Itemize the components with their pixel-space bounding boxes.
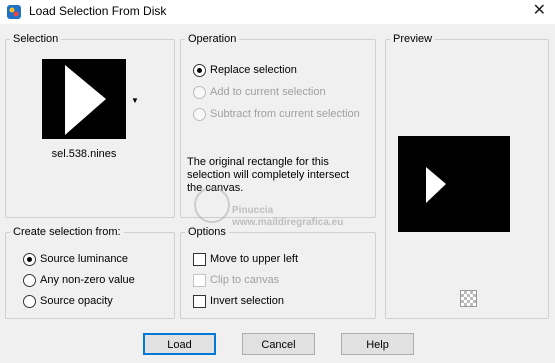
replace-selection-radio[interactable]: Replace selection [193,62,297,78]
preview-image [398,136,510,232]
radio-indicator[interactable] [193,63,206,77]
cancel-button[interactable]: Cancel [242,333,315,355]
title-bar: Load Selection From Disk ✕ [0,0,555,24]
add-to-selection-radio[interactable]: Add to current selection [193,84,326,100]
source-opacity-radio[interactable]: Source opacity [23,293,113,309]
create-from-group-label: Create selection from: [10,225,124,239]
source-luminance-radio[interactable]: Source luminance [23,251,128,267]
window-title: Load Selection From Disk [29,4,167,18]
move-upper-left-checkbox[interactable]: Move to upper left [193,251,298,267]
selection-thumbnail[interactable] [42,59,126,139]
subtract-selection-label: Subtract from current selection [210,108,360,120]
preview-group-label: Preview [390,32,436,46]
selection-group-label: Selection [10,32,62,46]
close-icon[interactable]: ✕ [533,1,546,21]
play-triangle-icon [65,65,106,135]
move-upper-left-label: Move to upper left [210,253,299,265]
any-non-zero-label: Any non-zero value [40,274,135,286]
operation-group-label: Operation [185,32,240,46]
invert-selection-checkbox[interactable]: Invert selection [193,293,284,309]
help-button[interactable]: Help [341,333,414,355]
checkerboard-icon[interactable] [460,290,477,307]
radio-indicator[interactable] [23,273,36,287]
replace-selection-label: Replace selection [210,64,297,76]
subtract-selection-radio[interactable]: Subtract from current selection [193,106,360,122]
source-opacity-label: Source opacity [40,295,113,307]
radio-indicator[interactable] [193,107,206,121]
clip-to-canvas-checkbox[interactable]: Clip to canvas [193,272,279,288]
add-to-selection-label: Add to current selection [210,86,326,98]
selection-file-name: sel.538.nines [51,148,117,160]
watermark-text: Pinuccia www.maildiregrafica.eu [232,205,343,229]
any-non-zero-radio[interactable]: Any non-zero value [23,272,135,288]
invert-selection-label: Invert selection [210,295,284,307]
radio-indicator[interactable] [23,294,36,308]
watermark-line-2: www.maildiregrafica.eu [232,217,344,228]
chevron-down-icon[interactable]: ▼ [131,96,139,105]
clip-to-canvas-label: Clip to canvas [210,274,280,286]
radio-indicator[interactable] [23,252,36,266]
checkbox-indicator[interactable] [193,294,206,308]
checkbox-indicator[interactable] [193,273,206,287]
app-icon [7,5,21,19]
preview-triangle-icon [426,167,446,203]
radio-indicator[interactable] [193,85,206,99]
load-button[interactable]: Load [143,333,216,355]
watermark-line-1: Pinuccia [232,205,274,216]
watermark-logo [194,187,230,223]
source-luminance-label: Source luminance [40,253,129,265]
options-group-label: Options [185,225,229,239]
checkbox-indicator[interactable] [193,252,206,266]
